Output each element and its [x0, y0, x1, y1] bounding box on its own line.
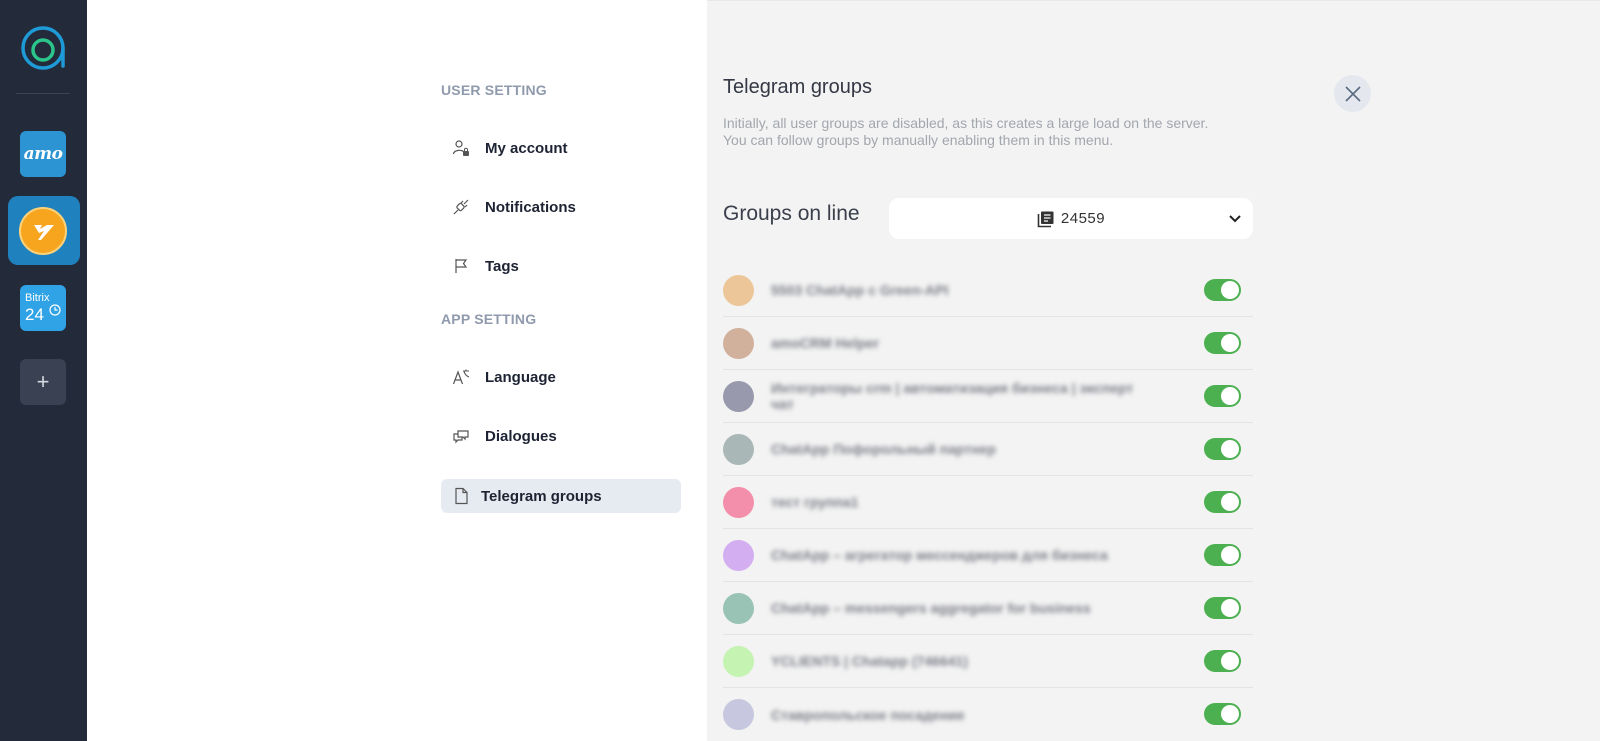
page-title: Telegram groups — [723, 76, 872, 98]
group-toggle[interactable] — [1204, 703, 1241, 725]
avatar — [723, 592, 754, 624]
group-name: YCLIENTS | Chatapp (746641) — [771, 653, 968, 669]
bitrix-number: 24 — [25, 304, 61, 324]
group-toggle[interactable] — [1204, 438, 1241, 460]
plus-icon: + — [36, 369, 50, 394]
document-icon — [451, 486, 471, 506]
selected-line-value: 24559 — [1060, 210, 1106, 227]
menu-item-label: Notifications — [485, 198, 576, 216]
close-icon — [1344, 85, 1361, 102]
avatar — [723, 327, 754, 359]
menu-item-label: Language — [485, 368, 556, 386]
avatar — [723, 645, 754, 677]
group-toggle[interactable] — [1204, 491, 1241, 513]
group-row: 5503 ChatApp с Green-API — [723, 264, 1253, 317]
avatar — [723, 380, 754, 412]
avatar — [723, 486, 754, 518]
group-row: тест группа1 — [723, 476, 1253, 529]
panel-description: Initially, all user groups are disabled,… — [723, 115, 1209, 148]
clock-icon — [49, 304, 61, 316]
group-row: ChatApp – messengers aggregator for busi… — [723, 582, 1253, 635]
group-toggle[interactable] — [1204, 332, 1241, 354]
chat-bubbles-icon — [451, 426, 471, 446]
yclients-app-button[interactable] — [19, 207, 67, 255]
menu-item-my-account[interactable]: My account — [441, 131, 681, 165]
group-list: 5503 ChatApp с Green-API amoCRM Helper И… — [723, 264, 1253, 741]
group-name: 5503 ChatApp с Green-API — [771, 282, 949, 298]
chatapp-logo-icon[interactable] — [20, 24, 68, 72]
settings-menu: USER SETTING My account Notifications Ta… — [87, 0, 707, 741]
group-toggle[interactable] — [1204, 279, 1241, 301]
group-row: YCLIENTS | Chatapp (746641) — [723, 635, 1253, 688]
app-root: amo Bitrix 24 + USER SETTING My account … — [0, 0, 1600, 741]
menu-item-notifications[interactable]: Notifications — [441, 190, 681, 224]
menu-item-telegram-groups[interactable]: Telegram groups — [441, 479, 681, 513]
rail-divider — [16, 93, 70, 94]
group-name: ChatApp Пофорольный партнер — [771, 441, 996, 457]
group-toggle[interactable] — [1204, 597, 1241, 619]
group-row: ChatApp – агрегатор мессенджеров для биз… — [723, 529, 1253, 582]
flag-icon — [451, 256, 471, 276]
avatar — [723, 699, 754, 730]
group-name: Интеграторы crm | автоматизация бизнеса … — [771, 380, 1134, 412]
avatar — [723, 433, 754, 465]
groups-on-line-label: Groups on line — [723, 202, 860, 225]
plug-icon — [451, 197, 471, 217]
group-row: ChatApp Пофорольный партнер — [723, 423, 1253, 476]
bitrix-label: Bitrix — [25, 292, 50, 304]
bitrix24-app-button[interactable]: Bitrix 24 — [20, 285, 66, 331]
add-app-button[interactable]: + — [20, 359, 66, 405]
group-row: amoCRM Helper — [723, 317, 1253, 370]
library-icon — [1037, 210, 1055, 228]
menu-item-label: Tags — [485, 257, 519, 275]
menu-item-label: My account — [485, 139, 568, 157]
line-select[interactable]: 24559 — [889, 198, 1253, 239]
menu-item-dialogues[interactable]: Dialogues — [441, 419, 681, 453]
group-name: ChatApp – messengers aggregator for busi… — [771, 600, 1091, 616]
group-name: ChatApp – агрегатор мессенджеров для биз… — [771, 547, 1108, 563]
chevron-down-icon — [1227, 210, 1243, 231]
amocrm-label: amo — [23, 144, 63, 164]
menu-item-tags[interactable]: Tags — [441, 249, 681, 283]
group-row: Интеграторы crm | автоматизация бизнеса … — [723, 370, 1253, 423]
user-lock-icon — [451, 138, 471, 158]
group-toggle[interactable] — [1204, 385, 1241, 407]
group-name: тест группа1 — [771, 494, 859, 510]
menu-item-label: Dialogues — [485, 427, 557, 445]
menu-item-label: Telegram groups — [481, 487, 602, 505]
yclients-icon — [34, 225, 54, 240]
group-row: Ставропольское посадение — [723, 688, 1253, 741]
telegram-groups-panel: Telegram groups Initially, all user grou… — [707, 0, 1600, 741]
close-button[interactable] — [1334, 75, 1371, 112]
group-name: amoCRM Helper — [771, 335, 880, 351]
group-toggle[interactable] — [1204, 650, 1241, 672]
app-setting-heading: APP SETTING — [441, 311, 537, 327]
menu-item-language[interactable]: Language — [441, 360, 681, 394]
avatar — [723, 539, 754, 571]
amocrm-app-button[interactable]: amo — [20, 131, 66, 177]
avatar — [723, 274, 754, 306]
group-name: Ставропольское посадение — [771, 706, 965, 723]
user-setting-heading: USER SETTING — [441, 82, 547, 98]
translate-icon — [451, 367, 471, 387]
app-rail: amo Bitrix 24 + — [0, 0, 87, 741]
group-toggle[interactable] — [1204, 544, 1241, 566]
